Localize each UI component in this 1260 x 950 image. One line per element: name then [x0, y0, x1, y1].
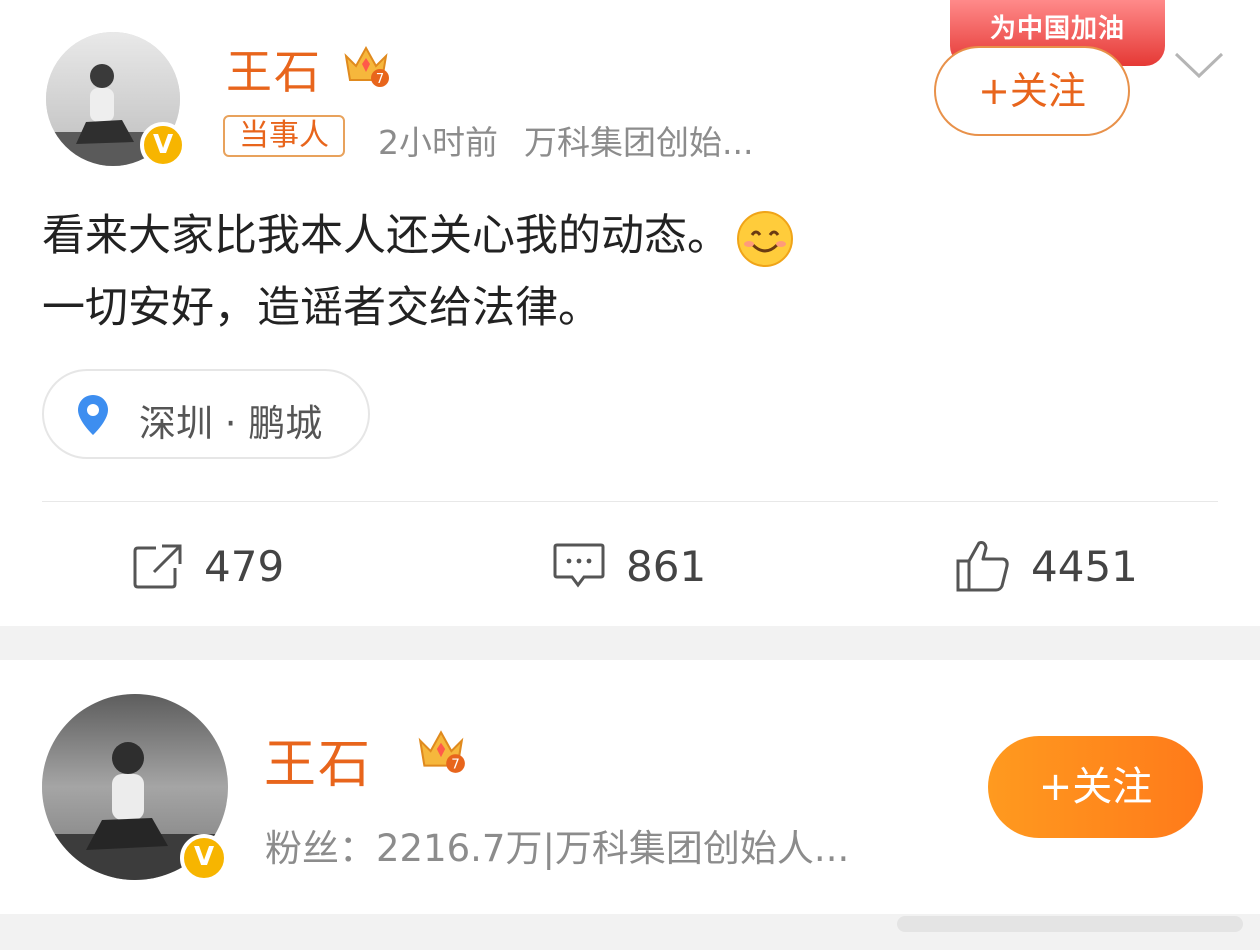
comment-button[interactable]: 861: [552, 538, 706, 594]
post-content-line-1: 看来大家比我本人还关心我的动态。: [42, 200, 794, 272]
scrollbar[interactable]: [895, 912, 1245, 936]
crown-level-icon: 7: [418, 730, 465, 773]
smile-emoji-icon: [737, 210, 793, 267]
profile-follow-button[interactable]: +关注: [988, 736, 1203, 838]
role-tag: 当事人: [223, 115, 345, 157]
author-name[interactable]: 王石: [226, 36, 322, 102]
comment-count: 861: [626, 541, 707, 591]
divider: [42, 501, 1218, 502]
fans-info: 粉丝：2216.7万|万科集团创始人...: [265, 827, 850, 870]
crown-level-icon: 7: [344, 45, 389, 87]
thumbs-up-icon: [956, 541, 1009, 592]
post-source: 万科集团创始...: [524, 123, 754, 162]
verified-badge-icon: V: [180, 834, 228, 882]
post-meta: 2小时前 万科集团创始...: [378, 116, 753, 164]
comment-icon: [553, 543, 605, 588]
profile-name[interactable]: 王石: [264, 722, 372, 797]
post-content-line-2: 一切安好，造谣者交给法律。: [42, 283, 601, 333]
like-count: 4451: [1031, 541, 1138, 591]
section-gap: [0, 626, 1260, 660]
location-chip[interactable]: 深圳 · 鹏城: [42, 369, 370, 459]
svg-text:7: 7: [376, 72, 384, 87]
repost-icon: [133, 544, 182, 589]
weibo-post: V 王石 7 当事人 2小时前 万科集团创始... 为中国加油 +关注 看来大家比…: [0, 0, 1260, 626]
post-time: 2小时前: [378, 123, 498, 162]
verified-badge-icon: V: [140, 122, 186, 168]
svg-text:7: 7: [451, 757, 460, 773]
location-text: 深圳 · 鹏城: [139, 402, 323, 445]
repost-count: 479: [204, 541, 285, 591]
post-content: 看来大家比我本人还关心我的动态。 一切安好，造谣者交给法律。: [42, 200, 794, 344]
repost-button[interactable]: 479: [132, 538, 284, 594]
location-pin-icon: [78, 395, 108, 435]
like-button[interactable]: 4451: [955, 538, 1138, 594]
chevron-down-icon[interactable]: [1172, 48, 1226, 82]
follow-button[interactable]: +关注: [934, 46, 1130, 136]
